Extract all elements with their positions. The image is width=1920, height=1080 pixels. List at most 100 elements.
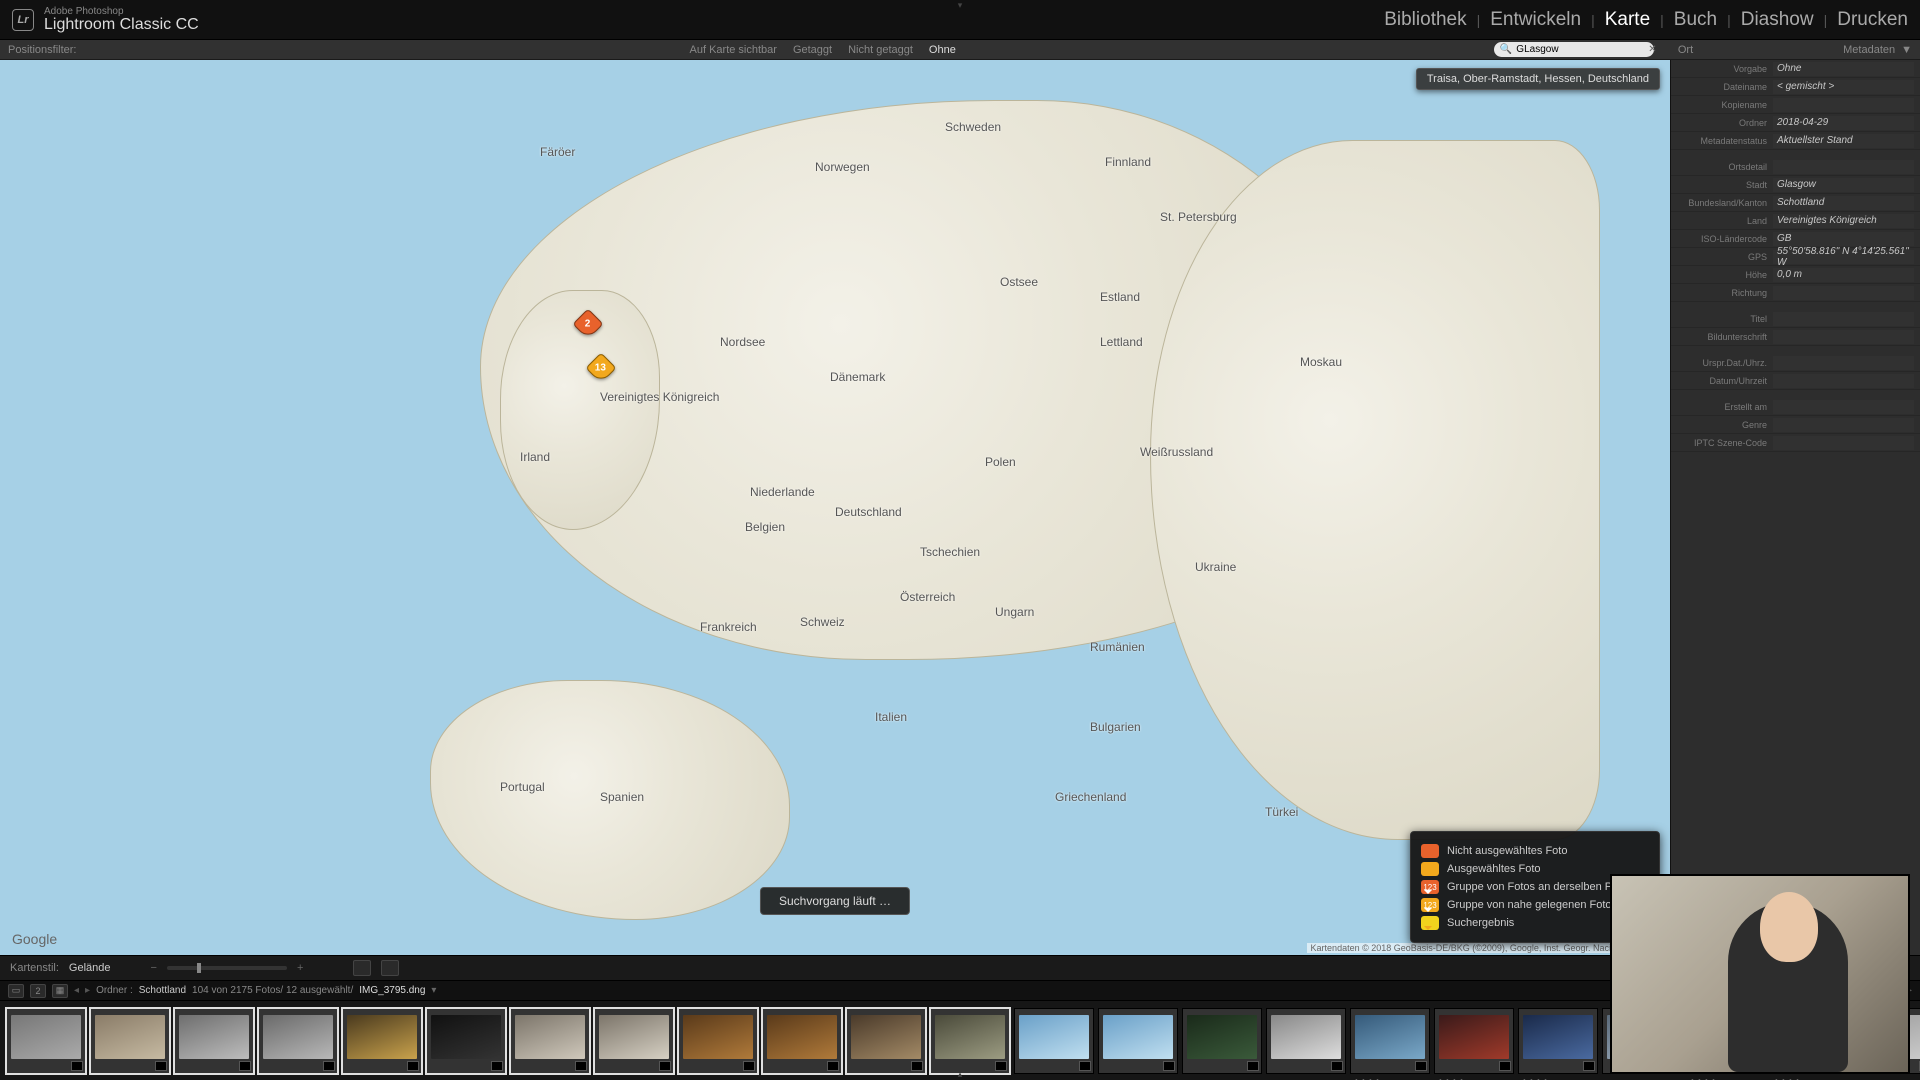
bottom-panel-handle[interactable]: ▴ — [958, 1069, 963, 1080]
second-window-icon[interactable]: 2 — [30, 984, 46, 998]
presenter-head — [1760, 892, 1818, 962]
module-library[interactable]: Bibliothek — [1384, 9, 1466, 31]
module-develop[interactable]: Entwickeln — [1490, 9, 1581, 31]
filmstrip-thumb[interactable] — [594, 1008, 674, 1074]
filmstrip-thumb[interactable]: • • • • — [1350, 1008, 1430, 1074]
module-picker: Bibliothek| Entwickeln| Karte| Buch| Dia… — [1384, 9, 1908, 31]
metadata-value[interactable] — [1773, 98, 1914, 112]
path-folder-value[interactable]: Schottland — [139, 985, 186, 996]
lock-icon[interactable] — [353, 960, 371, 976]
map-place-label: Finnland — [1105, 155, 1151, 169]
metadata-value[interactable] — [1773, 330, 1914, 344]
app-logo-icon: Lr — [12, 9, 34, 31]
metadata-value[interactable]: Vereinigtes Königreich — [1773, 214, 1914, 228]
map-style-label: Kartenstil: — [10, 962, 59, 974]
brand-line1: Adobe Photoshop — [44, 7, 199, 17]
filmstrip-thumb[interactable] — [846, 1008, 926, 1074]
metadata-value[interactable]: Schottland — [1773, 196, 1914, 210]
map-landmass — [1150, 140, 1600, 840]
metadata-value[interactable] — [1773, 160, 1914, 174]
filter-untagged[interactable]: Nicht getaggt — [848, 44, 913, 56]
tracklog-icon[interactable] — [381, 960, 399, 976]
metadata-row: Höhe0,0 m — [1671, 266, 1920, 284]
filmstrip-thumb[interactable] — [258, 1008, 338, 1074]
meta-panel-chevron-icon[interactable]: ▼ — [1901, 44, 1912, 56]
filmstrip-thumb[interactable] — [342, 1008, 422, 1074]
metadata-value[interactable]: GB — [1773, 232, 1914, 246]
thumb-badge-icon — [323, 1061, 335, 1071]
filmstrip-thumb[interactable] — [762, 1008, 842, 1074]
metadata-value[interactable] — [1773, 436, 1914, 450]
metadata-row: StadtGlasgow — [1671, 176, 1920, 194]
metadata-value[interactable]: Aktuellster Stand — [1773, 134, 1914, 148]
filmstrip-thumb[interactable] — [1098, 1008, 1178, 1074]
thumb-badge-icon — [659, 1061, 671, 1071]
metadata-key: Richtung — [1677, 288, 1767, 298]
filmstrip-thumb[interactable] — [90, 1008, 170, 1074]
metadata-key: Titel — [1677, 314, 1767, 324]
module-map[interactable]: Karte — [1605, 9, 1650, 31]
presenter-webcam-overlay — [1610, 874, 1910, 1074]
grid-view-icon[interactable]: ▦ — [52, 984, 68, 998]
module-book[interactable]: Buch — [1674, 9, 1717, 31]
metadata-row: Datum/Uhrzeit — [1671, 372, 1920, 390]
metadata-key: GPS — [1677, 252, 1767, 262]
meta-panel-title-right[interactable]: Metadaten — [1843, 44, 1895, 56]
filmstrip-thumb[interactable] — [426, 1008, 506, 1074]
metadata-value[interactable]: 2018-04-29 — [1773, 116, 1914, 130]
metadata-value[interactable]: < gemischt > — [1773, 80, 1914, 94]
map-place-label: Moskau — [1300, 355, 1342, 369]
metadata-value[interactable] — [1773, 400, 1914, 414]
metadata-value[interactable]: Ohne — [1773, 62, 1914, 76]
main-window-icon[interactable]: ▭ — [8, 984, 24, 998]
thumb-badge-icon — [491, 1061, 503, 1071]
thumb-rating: • • • • — [1439, 1076, 1464, 1080]
map-place-label: Frankreich — [700, 620, 757, 634]
metadata-row: Erstellt am — [1671, 398, 1920, 416]
metadata-value[interactable] — [1773, 418, 1914, 432]
module-print[interactable]: Drucken — [1837, 9, 1908, 31]
metadata-value[interactable]: 55°50'58.816" N 4°14'25.561" W — [1773, 250, 1914, 264]
filmstrip-thumb[interactable] — [678, 1008, 758, 1074]
metadata-row: Kopiename — [1671, 96, 1920, 114]
filmstrip-thumb[interactable] — [1266, 1008, 1346, 1074]
clear-search-icon[interactable]: ✕ — [1648, 44, 1656, 55]
map-place-label: Lettland — [1100, 335, 1143, 349]
brand-line2: Lightroom Classic CC — [44, 17, 199, 33]
thumb-badge-icon — [911, 1061, 923, 1071]
map-search-box[interactable]: 🔍 ✕ — [1494, 42, 1654, 57]
top-panel-handle[interactable]: ▾ — [958, 0, 963, 11]
filmstrip-thumb[interactable] — [174, 1008, 254, 1074]
metadata-key: Ortsdetail — [1677, 162, 1767, 172]
thumb-badge-icon — [1583, 1061, 1595, 1071]
filmstrip-thumb[interactable] — [930, 1008, 1010, 1074]
map-style-value[interactable]: Gelände — [69, 962, 111, 974]
filmstrip-thumb[interactable] — [1182, 1008, 1262, 1074]
thumb-badge-icon — [1079, 1061, 1091, 1071]
metadata-value[interactable] — [1773, 356, 1914, 370]
metadata-row: GPS 55°50'58.816" N 4°14'25.561" W — [1671, 248, 1920, 266]
filmstrip-thumb[interactable] — [6, 1008, 86, 1074]
filmstrip-thumb[interactable]: • • • • — [1518, 1008, 1598, 1074]
filter-tagged[interactable]: Getaggt — [793, 44, 832, 56]
filter-none[interactable]: Ohne — [929, 44, 956, 56]
map-place-label: Weißrussland — [1140, 445, 1213, 459]
metadata-value[interactable] — [1773, 286, 1914, 300]
map-place-label: Vereinigtes Königreich — [600, 390, 719, 404]
metadata-key: Datum/Uhrzeit — [1677, 376, 1767, 386]
map-canvas[interactable]: Traisa, Ober-Ramstadt, Hessen, Deutschla… — [0, 60, 1670, 955]
legend-group-same-icon: 123 — [1421, 880, 1439, 894]
metadata-value[interactable]: 0,0 m — [1773, 268, 1914, 282]
metadata-value[interactable] — [1773, 312, 1914, 326]
metadata-key: Kopiename — [1677, 100, 1767, 110]
filmstrip-thumb[interactable] — [510, 1008, 590, 1074]
module-slideshow[interactable]: Diashow — [1741, 9, 1814, 31]
map-zoom-slider[interactable] — [167, 966, 287, 970]
thumb-badge-icon — [1499, 1061, 1511, 1071]
filmstrip-thumb[interactable] — [1014, 1008, 1094, 1074]
map-search-input[interactable] — [1516, 44, 1648, 55]
filmstrip-thumb[interactable]: • • • • — [1434, 1008, 1514, 1074]
metadata-value[interactable]: Glasgow — [1773, 178, 1914, 192]
metadata-value[interactable] — [1773, 374, 1914, 388]
filter-visible-on-map[interactable]: Auf Karte sichtbar — [690, 44, 777, 56]
